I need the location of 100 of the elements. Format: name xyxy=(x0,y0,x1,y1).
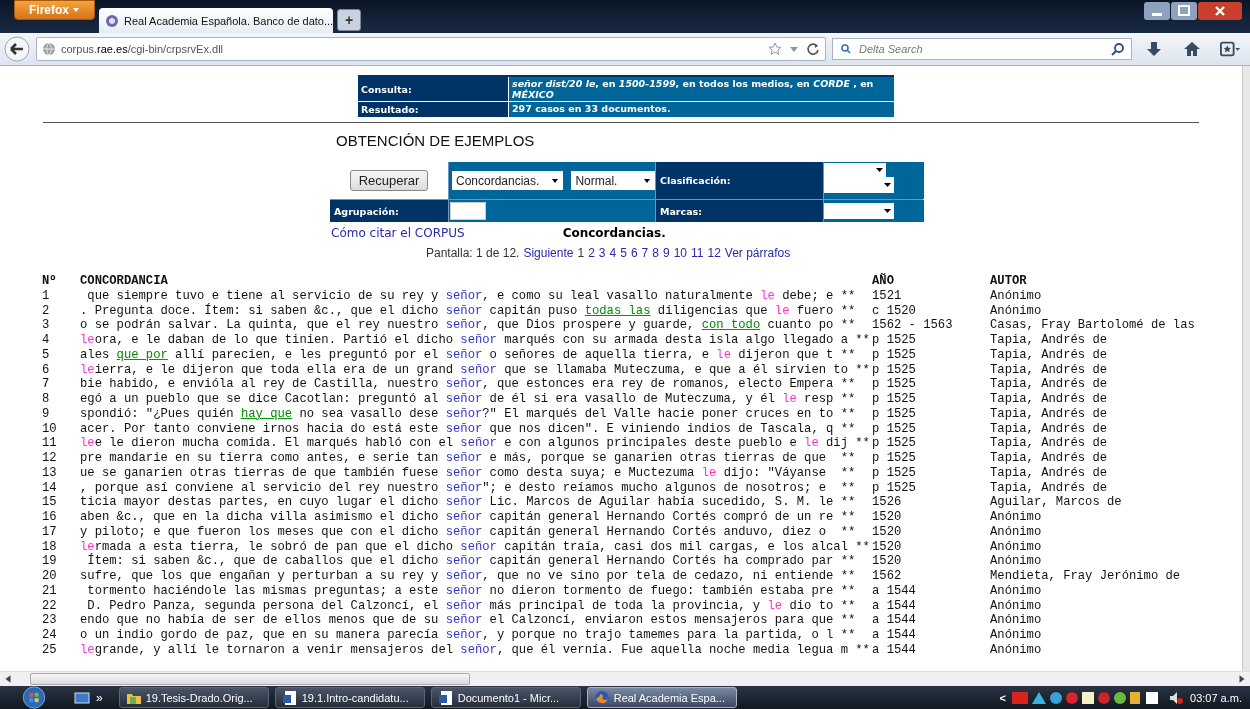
desktop-icon[interactable] xyxy=(74,689,90,706)
search-bar[interactable]: Delta Search xyxy=(832,38,1132,60)
year-cell-text: 1520 xyxy=(872,539,903,555)
year-cell-text: p 1525 xyxy=(872,333,917,348)
overflow-chevron[interactable]: » xyxy=(96,690,103,705)
concordance-text: spondió: "¿Pues quién hay que no sea vasallo dese señor?" El marqués del Valle hacie poner cruces en to ** xyxy=(80,406,857,422)
author-cell-text: Aguilar, Marcos de xyxy=(990,495,1123,510)
paragraphs-link[interactable]: Ver párrafos xyxy=(724,246,791,260)
cite-link[interactable]: Cómo citar el CORPUS xyxy=(331,226,465,240)
year-cell-text: 1562 - 1563 xyxy=(872,318,954,333)
address-bar[interactable]: corpus.rae.es/cgi-bin/crpsrvEx.dll xyxy=(36,37,826,61)
column-header: AÑO xyxy=(872,274,895,289)
scroll-left-icon[interactable] xyxy=(3,674,13,684)
taskbar-button[interactable]: 19.1.Intro-candidatu... xyxy=(274,687,425,708)
concordance-text: egó a un pueblo que se dice Cacotlan: preguntó al señor de él si era vasallo de Muteczuma, y él le resp ** xyxy=(80,392,857,407)
page-link[interactable]: 9 xyxy=(662,246,670,260)
page-link[interactable]: 3 xyxy=(598,246,606,260)
row-number: 22 xyxy=(42,598,58,614)
row-number: 3 xyxy=(42,318,51,333)
search-icon[interactable] xyxy=(1111,42,1125,56)
next-link[interactable]: Siguiente xyxy=(523,246,574,260)
year-cell-text: p 1525 xyxy=(872,377,917,392)
concordance-text: bie habido, e envióla al rey de Castilla, nuestro señor, que estonces era rey de romanos, electo Empera ** xyxy=(80,377,857,392)
page-link[interactable]: 5 xyxy=(620,246,627,260)
author-cell-text: Tapia, Andrés de xyxy=(990,333,1109,348)
concordance-text: leora, e le daban de lo que tinien. Partió el dicho señor marqués con su armada desta isla algo llegado a ** xyxy=(80,333,871,348)
form-label: Clasificación: xyxy=(656,162,823,199)
page-link[interactable]: 1 xyxy=(577,246,585,260)
author-cell-text: Tapia, Andrés de xyxy=(990,377,1109,392)
year-cell-text: a 1544 xyxy=(872,583,917,599)
year-cell-text: a 1544 xyxy=(872,613,917,628)
new-tab-button[interactable]: + xyxy=(337,9,361,31)
vertical-scrollbar[interactable] xyxy=(1242,66,1250,671)
page-link[interactable]: 10 xyxy=(673,246,687,260)
horizontal-scrollbar[interactable] xyxy=(0,671,1250,686)
year-cell-text: p 1525 xyxy=(872,436,917,451)
row-number: 9 xyxy=(42,406,51,422)
star-icon[interactable] xyxy=(768,42,782,56)
mode-dropdown[interactable]: Normal. xyxy=(571,171,655,190)
row-number: 25 xyxy=(42,642,58,658)
reload-icon[interactable] xyxy=(806,42,820,56)
author-cell-text: Tapia, Andrés de xyxy=(990,392,1109,407)
tray-arrow[interactable]: < xyxy=(999,691,1006,704)
author-cell-text: Tapia, Andrés de xyxy=(990,436,1109,451)
concordance-text: leierra, e le dijeron que toda ella era de un grand señor que se llamaba Muteczuma, e que a él sirvien to ** xyxy=(80,362,871,378)
author-cell-text: Tapia, Andrés de xyxy=(990,421,1109,437)
view-dropdown[interactable]: Concordancias. xyxy=(452,171,564,190)
document-icon xyxy=(437,689,454,706)
author-cell-text: Anónimo xyxy=(990,510,1043,525)
page-indicator: Pantalla: 1 de 12. xyxy=(426,246,520,260)
column-header: Nº xyxy=(42,274,58,289)
taskbar-button[interactable]: Real Academia Espa... xyxy=(586,687,737,708)
author-cell-text: Anónimo xyxy=(990,554,1043,569)
author-cell-text: Tapia, Andrés de xyxy=(990,347,1109,363)
concordance-text: tormento haciéndole las mismas preguntas; a este señor no dieron tormento de fuego: también estaba pre ** xyxy=(86,583,857,599)
page-link[interactable]: 4 xyxy=(609,246,617,260)
caret-icon xyxy=(643,176,651,185)
back-icon[interactable] xyxy=(4,36,30,62)
scroll-thumb[interactable] xyxy=(30,673,470,685)
scroll-right-icon[interactable] xyxy=(1237,674,1247,684)
fox-globe-icon xyxy=(593,689,610,706)
start-button[interactable] xyxy=(20,686,48,709)
page-link[interactable]: 11 xyxy=(691,246,704,260)
url-text: corpus.rae.es/cgi-bin/crpsrvEx.dll xyxy=(61,43,223,55)
year-cell-text: a 1544 xyxy=(872,598,917,614)
close-icon[interactable] xyxy=(1198,2,1242,20)
page-link[interactable]: 2 xyxy=(588,246,595,260)
row-number: 19 xyxy=(42,554,58,569)
row-number: 1 xyxy=(42,288,51,304)
caret-icon xyxy=(551,176,560,185)
year-cell-text: c 1520 xyxy=(872,303,917,319)
concordance-text: , porque así conviene al servicio del rey nuestro señor"; e desto reíamos mucho algunos de nosotros; e ** xyxy=(80,480,857,496)
page-link[interactable]: 8 xyxy=(652,246,659,260)
year-cell-text: 1526 xyxy=(872,495,903,510)
globe-icon xyxy=(42,42,56,56)
grouping-input[interactable] xyxy=(450,202,486,220)
column-header: AUTOR xyxy=(990,274,1028,289)
year-cell-text: p 1525 xyxy=(872,421,917,437)
page-link[interactable]: 7 xyxy=(641,246,649,260)
retrieve-button[interactable]: Recuperar xyxy=(349,170,429,191)
browser-tab[interactable]: Real Academia Española. Banco de dato... xyxy=(99,8,333,33)
maximize-icon[interactable] xyxy=(1171,2,1197,20)
home-icon[interactable] xyxy=(1182,40,1202,58)
taskbar-button[interactable]: Documento1 - Micr... xyxy=(430,687,581,708)
concordance-text: lermada a esta tierra, le sobró de pan que el dicho señor capitán traía, casi dos mil cargas, e los alcal ** xyxy=(80,539,871,554)
year-cell-text: p 1525 xyxy=(872,465,917,481)
row-number: 23 xyxy=(42,613,58,628)
year-cell-text: 1520 xyxy=(872,554,903,569)
year-cell-text: p 1525 xyxy=(872,347,917,363)
taskbar-button[interactable]: 19.Tesis-Drado.Orig... xyxy=(118,687,269,708)
minimize-icon[interactable] xyxy=(1144,2,1170,20)
row-number: 21 xyxy=(42,583,58,599)
page-link[interactable]: 12 xyxy=(707,246,721,260)
view-heading: Concordancias. xyxy=(562,226,666,240)
row-number: 5 xyxy=(42,347,51,363)
author-cell-text: Tapia, Andrés de xyxy=(990,480,1109,496)
row-number: 14 xyxy=(42,480,58,496)
bookmarks-icon[interactable] xyxy=(1220,40,1240,58)
row-number: 11 xyxy=(42,436,58,451)
page-link[interactable]: 6 xyxy=(630,246,638,260)
